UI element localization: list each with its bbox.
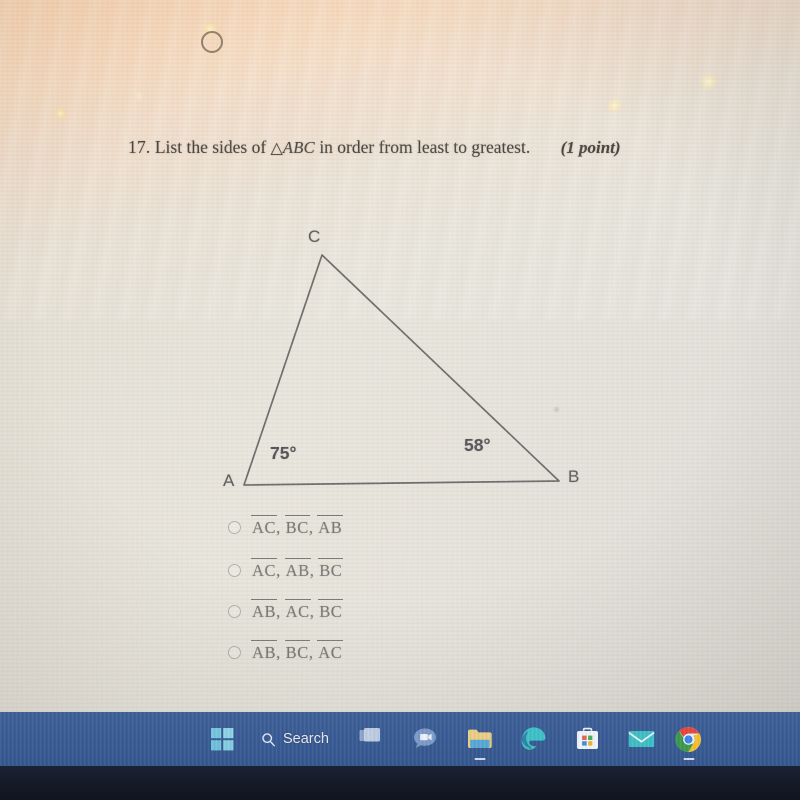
segment-name: AB: [250, 598, 278, 621]
segment-name: AC: [250, 557, 278, 580]
chrome-icon: [675, 726, 702, 752]
screenshot-root: 17. List the sides of △ABC in order from…: [0, 0, 800, 800]
separator: ,: [309, 560, 315, 580]
separator: ,: [308, 517, 314, 537]
vertex-label-b: B: [568, 467, 580, 486]
segment-name: AC: [317, 639, 344, 662]
segment-name: AC: [284, 598, 311, 621]
edge-button[interactable]: [507, 715, 561, 763]
segment-name: AC: [250, 514, 278, 537]
segment-name: BC: [284, 639, 311, 662]
separator: ,: [276, 560, 281, 580]
windows-logo-icon: [210, 727, 233, 750]
running-indicator: [683, 757, 695, 760]
store-icon: [577, 727, 599, 749]
separator: ,: [276, 642, 281, 662]
task-view-icon: [359, 728, 380, 742]
taskbar: Search: [0, 712, 800, 766]
segment-name: AB: [250, 639, 278, 662]
radio-button-icon[interactable]: [228, 563, 241, 577]
segment-name: AB: [284, 557, 311, 580]
radio-button-icon[interactable]: [228, 645, 241, 659]
mail-button[interactable]: [615, 715, 669, 763]
separator: ,: [276, 517, 281, 537]
option-label: AC, AB, BC: [250, 557, 344, 581]
question-text-after: in order from least to greatest.: [319, 137, 531, 157]
search-icon: [262, 732, 276, 746]
option-label: AB, BC, AC: [250, 639, 344, 663]
taskbar-items: Search: [195, 712, 709, 766]
angle-label-b: 58°: [464, 435, 491, 455]
running-indicator: [474, 757, 486, 760]
triangle-svg: [243, 254, 560, 486]
question-text-before: List the sides of: [154, 137, 267, 157]
question-number: 17.: [128, 137, 151, 157]
option-label: AC, BC, AB: [250, 514, 344, 538]
segment-name: BC: [318, 598, 344, 621]
triangle-figure: C A B 75° 58°: [200, 225, 600, 510]
vertex-label-c: C: [308, 227, 321, 246]
separator: ,: [308, 642, 314, 662]
answer-option-2[interactable]: AC, AB, BC: [228, 557, 344, 583]
chrome-button[interactable]: [669, 715, 709, 763]
answer-option-4[interactable]: AB, BC, AC: [228, 639, 344, 665]
vertex-label-a: A: [223, 471, 235, 490]
point-value: (1 point): [560, 138, 621, 157]
separator: ,: [309, 601, 315, 621]
mail-icon: [629, 731, 655, 747]
desk-surface-below-screen: [0, 766, 800, 800]
edge-icon: [522, 726, 546, 750]
separator: ,: [276, 601, 281, 621]
answer-option-1[interactable]: AC, BC, AB: [228, 514, 344, 540]
start-button[interactable]: [195, 715, 249, 763]
segment-name: BC: [284, 514, 311, 537]
triangle-name: ABC: [282, 138, 315, 157]
radio-button-icon[interactable]: [228, 604, 241, 618]
segment-name: BC: [318, 557, 344, 580]
search-label: Search: [283, 731, 329, 747]
option-label: AB, AC, BC: [250, 598, 344, 622]
question-line: 17. List the sides of △ABC in order from…: [128, 137, 748, 158]
answer-option-3[interactable]: AB, AC, BC: [228, 598, 344, 624]
radio-button-icon[interactable]: [228, 520, 241, 534]
segment-name: AB: [317, 514, 344, 537]
file-explorer-button[interactable]: [453, 715, 507, 763]
task-view-button[interactable]: [345, 715, 399, 763]
microsoft-store-button[interactable]: [561, 715, 615, 763]
folder-icon: [467, 729, 492, 748]
chat-icon: [414, 728, 437, 748]
triangle-symbol: △: [270, 140, 283, 157]
chat-button[interactable]: [399, 715, 453, 763]
search-button[interactable]: Search: [249, 715, 345, 763]
angle-label-a: 75°: [270, 443, 297, 463]
